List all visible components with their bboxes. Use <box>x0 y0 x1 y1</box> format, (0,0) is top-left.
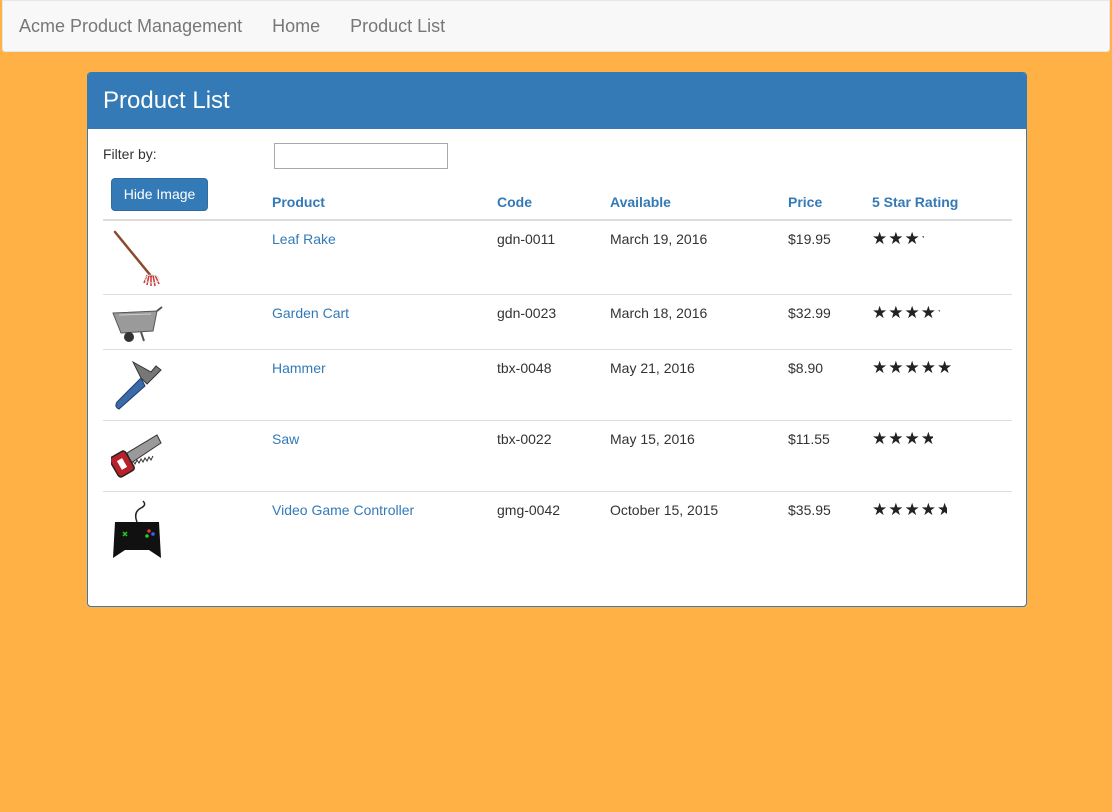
star-icon: ★ <box>872 429 889 448</box>
nav-link-product-list[interactable]: Product List <box>350 16 445 37</box>
partial-star-icon: ★ <box>921 229 924 249</box>
navbar: Acme Product Management Home Product Lis… <box>2 0 1110 52</box>
partial-star-icon: ★ <box>937 303 940 323</box>
partial-star-icon: ★ <box>921 429 933 449</box>
product-price: $8.90 <box>788 360 824 376</box>
leaf-rake-image <box>111 229 163 289</box>
table-row: Leaf Rake gdn-0011 March 19, 2016 $19.95… <box>103 221 1012 295</box>
product-available: May 15, 2016 <box>610 431 695 447</box>
star-icon: ★ <box>888 429 905 448</box>
product-name-link[interactable]: Video Game Controller <box>272 502 414 518</box>
star-icon: ★ <box>888 500 905 519</box>
header-rating[interactable]: 5 Star Rating <box>872 194 958 210</box>
product-available: March 19, 2016 <box>610 231 708 247</box>
header-available[interactable]: Available <box>610 194 671 210</box>
header-product[interactable]: Product <box>272 194 325 210</box>
product-name-link[interactable]: Saw <box>272 431 299 447</box>
product-code: gdn-0023 <box>497 305 557 321</box>
star-rating: ★★★★★ <box>872 500 947 520</box>
video-game-controller-image <box>111 500 163 560</box>
star-icon: ★ <box>888 358 905 377</box>
product-name-link[interactable]: Leaf Rake <box>272 231 336 247</box>
star-icon: ★ <box>888 303 905 322</box>
partial-star-icon: ★ <box>937 500 947 520</box>
product-price: $35.95 <box>788 502 831 518</box>
star-icon: ★ <box>888 229 905 248</box>
filter-label: Filter by: <box>103 146 157 162</box>
product-name-link[interactable]: Garden Cart <box>272 305 349 321</box>
star-icon: ★ <box>920 358 937 377</box>
product-name-link[interactable]: Hammer <box>272 360 326 376</box>
header-code[interactable]: Code <box>497 194 532 210</box>
product-price: $11.55 <box>788 431 830 447</box>
product-code: tbx-0022 <box>497 431 552 447</box>
star-rating: ★★★★★ <box>872 303 940 323</box>
product-available: May 21, 2016 <box>610 360 695 376</box>
product-list-panel: Product List Filter by: Hide Image Produ… <box>87 72 1027 607</box>
star-rating: ★★★★ <box>872 229 924 249</box>
product-available: October 15, 2015 <box>610 502 719 518</box>
star-icon: ★ <box>904 229 921 248</box>
table-header: Product Code Available Price 5 Star Rati… <box>103 183 1012 221</box>
product-code: gdn-0011 <box>497 231 556 247</box>
star-icon: ★ <box>920 303 937 322</box>
partial-star-icon: ★ <box>937 358 951 378</box>
star-icon: ★ <box>920 500 937 519</box>
star-icon: ★ <box>872 303 889 322</box>
star-rating: ★★★★★ <box>872 358 951 378</box>
table-row: Video Game Controller gmg-0042 October 1… <box>103 492 1012 572</box>
navbar-brand[interactable]: Acme Product Management <box>19 16 242 37</box>
panel-title: Product List <box>88 73 1026 129</box>
nav-link-home[interactable]: Home <box>272 16 320 37</box>
filter-input[interactable] <box>274 143 448 169</box>
star-icon: ★ <box>872 358 889 377</box>
table-row: Hammer tbx-0048 May 21, 2016 $8.90 ★★★★★ <box>103 350 1012 421</box>
product-available: March 18, 2016 <box>610 305 708 321</box>
product-price: $32.99 <box>788 305 831 321</box>
table-row: Saw tbx-0022 May 15, 2016 $11.55 ★★★★ <box>103 421 1012 492</box>
saw-image <box>109 429 163 489</box>
star-icon: ★ <box>872 229 889 248</box>
table-row: Garden Cart gdn-0023 March 18, 2016 $32.… <box>103 295 1012 350</box>
star-icon: ★ <box>872 500 889 519</box>
star-icon: ★ <box>904 500 921 519</box>
star-icon: ★ <box>904 429 921 448</box>
star-icon: ★ <box>904 303 921 322</box>
star-icon: ★ <box>904 358 921 377</box>
header-price[interactable]: Price <box>788 194 822 210</box>
product-code: gmg-0042 <box>497 502 561 518</box>
product-code: tbx-0048 <box>497 360 552 376</box>
star-rating: ★★★★ <box>872 429 933 449</box>
product-price: $19.95 <box>788 231 831 247</box>
hammer-image <box>111 358 163 418</box>
